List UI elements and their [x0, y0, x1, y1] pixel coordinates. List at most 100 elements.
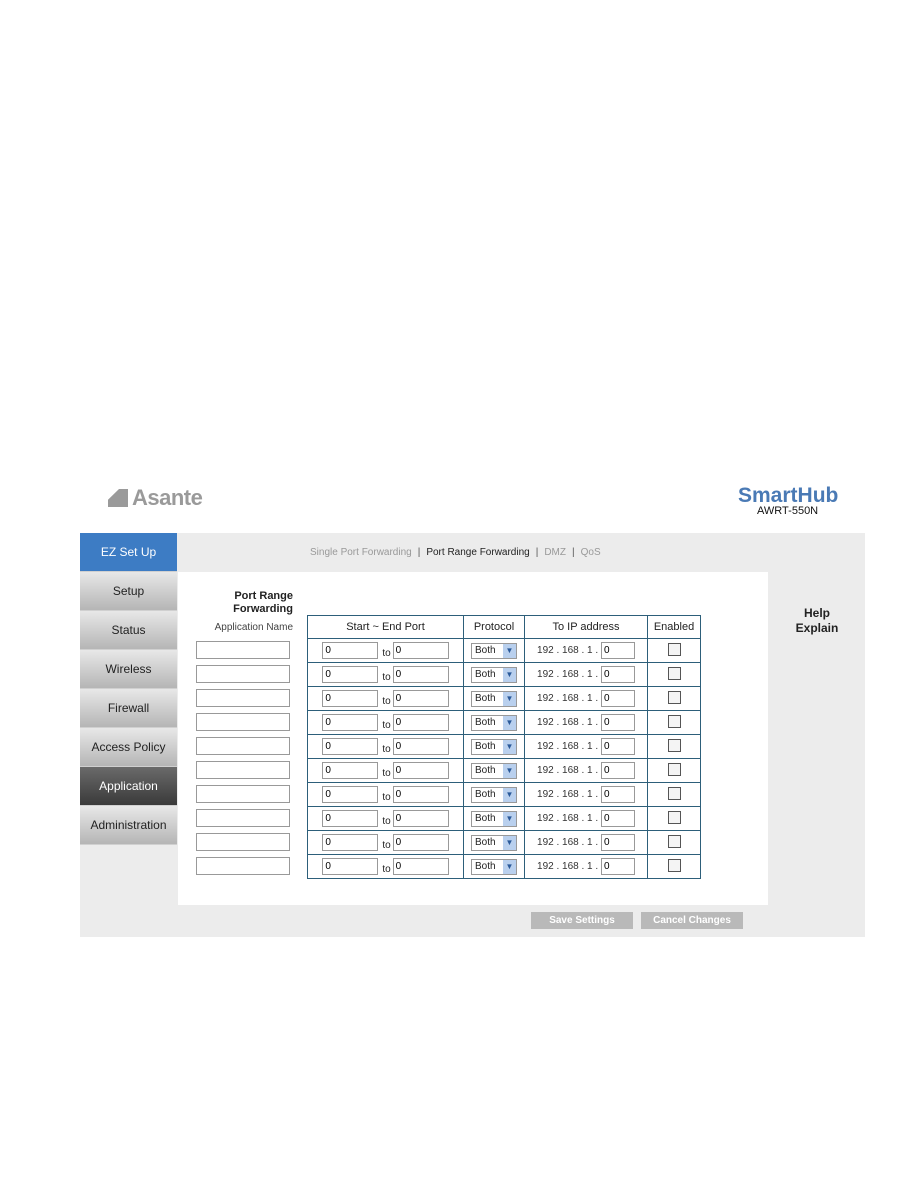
protocol-cell: Both ▼ — [463, 782, 525, 807]
end-port-input[interactable] — [392, 738, 449, 755]
start-port-input[interactable] — [322, 738, 379, 755]
enabled-checkbox[interactable] — [667, 786, 681, 800]
protocol-select[interactable]: Both ▼ — [471, 690, 517, 707]
tab-single-port-forwarding[interactable]: Single Port Forwarding — [310, 547, 412, 558]
save-settings-button[interactable]: Save Settings — [531, 912, 633, 929]
ip-prefix: 192 . 168 . 1 . — [537, 861, 599, 872]
enabled-checkbox[interactable] — [667, 738, 681, 752]
protocol-select[interactable]: Both ▼ — [471, 762, 517, 779]
start-port-input[interactable] — [322, 714, 379, 731]
tab-dmz[interactable]: DMZ — [544, 547, 566, 558]
start-port-input[interactable] — [322, 858, 379, 875]
column-header-protocol: Protocol — [463, 615, 525, 639]
ip-last-octet-input[interactable] — [600, 714, 635, 731]
ip-cell: 192 . 168 . 1 . — [524, 854, 648, 879]
to-label: to — [382, 840, 391, 851]
ip-last-octet-input[interactable] — [600, 834, 635, 851]
end-port-input[interactable] — [392, 762, 449, 779]
application-name-input[interactable] — [196, 809, 290, 827]
ip-last-octet-input[interactable] — [600, 738, 635, 755]
enabled-checkbox[interactable] — [667, 690, 681, 704]
start-port-input[interactable] — [322, 762, 379, 779]
application-name-input[interactable] — [196, 713, 290, 731]
sidebar: EZ Set Up Setup Status Wireless Firewall… — [80, 533, 177, 845]
protocol-select[interactable]: Both ▼ — [471, 738, 517, 755]
end-port-input[interactable] — [392, 858, 449, 875]
application-name-input[interactable] — [196, 785, 290, 803]
protocol-select[interactable]: Both ▼ — [471, 834, 517, 851]
cancel-changes-button[interactable]: Cancel Changes — [641, 912, 743, 929]
chevron-down-icon: ▼ — [503, 763, 516, 778]
ip-last-octet-input[interactable] — [600, 762, 635, 779]
ip-last-octet-input[interactable] — [600, 810, 635, 827]
enabled-checkbox[interactable] — [667, 834, 681, 848]
to-label: to — [382, 696, 391, 707]
protocol-cell: Both ▼ — [463, 758, 525, 783]
start-port-input[interactable] — [322, 690, 379, 707]
protocol-select[interactable]: Both ▼ — [471, 786, 517, 803]
application-name-input[interactable] — [196, 665, 290, 683]
tab-qos[interactable]: QoS — [581, 547, 601, 558]
enabled-cell — [647, 782, 701, 807]
enabled-checkbox[interactable] — [667, 810, 681, 824]
protocol-select[interactable]: Both ▼ — [471, 714, 517, 731]
ip-last-octet-input[interactable] — [600, 690, 635, 707]
chevron-down-icon: ▼ — [503, 715, 516, 730]
sidebar-item-firewall[interactable]: Firewall — [80, 689, 177, 728]
to-label: to — [382, 744, 391, 755]
ip-last-octet-input[interactable] — [600, 786, 635, 803]
application-name-input[interactable] — [196, 761, 290, 779]
port-range-cell: to — [307, 782, 464, 807]
start-port-input[interactable] — [322, 666, 379, 683]
application-name-input[interactable] — [196, 689, 290, 707]
enabled-checkbox[interactable] — [667, 858, 681, 872]
protocol-select[interactable]: Both ▼ — [471, 858, 517, 875]
port-range-cell: to — [307, 806, 464, 831]
sidebar-item-status[interactable]: Status — [80, 611, 177, 650]
ip-prefix: 192 . 168 . 1 . — [537, 765, 599, 776]
chevron-down-icon: ▼ — [503, 859, 516, 874]
end-port-input[interactable] — [392, 714, 449, 731]
application-name-input[interactable] — [196, 737, 290, 755]
protocol-cell: Both ▼ — [463, 830, 525, 855]
ip-last-octet-input[interactable] — [600, 858, 635, 875]
enabled-checkbox[interactable] — [667, 762, 681, 776]
start-port-input[interactable] — [322, 786, 379, 803]
tab-port-range-forwarding[interactable]: Port Range Forwarding — [426, 547, 529, 558]
ip-last-octet-input[interactable] — [600, 666, 635, 683]
enabled-checkbox[interactable] — [667, 666, 681, 680]
application-name-input[interactable] — [196, 833, 290, 851]
end-port-input[interactable] — [392, 810, 449, 827]
ip-cell: 192 . 168 . 1 . — [524, 638, 648, 663]
sidebar-item-wireless[interactable]: Wireless — [80, 650, 177, 689]
end-port-input[interactable] — [392, 786, 449, 803]
sidebar-item-application[interactable]: Application — [80, 767, 177, 806]
to-label: to — [382, 816, 391, 827]
application-name-input[interactable] — [196, 857, 290, 875]
port-range-cell: to — [307, 638, 464, 663]
chevron-down-icon: ▼ — [503, 643, 516, 658]
enabled-checkbox[interactable] — [667, 714, 681, 728]
end-port-input[interactable] — [392, 834, 449, 851]
end-port-input[interactable] — [392, 666, 449, 683]
ip-prefix: 192 . 168 . 1 . — [537, 717, 599, 728]
table-row: to Both▼ 192 . 168 . 1 . — [307, 854, 701, 879]
application-name-input[interactable] — [196, 641, 290, 659]
ip-last-octet-input[interactable] — [600, 642, 635, 659]
end-port-input[interactable] — [392, 642, 449, 659]
protocol-select[interactable]: Both ▼ — [471, 666, 517, 683]
sidebar-item-ez-setup[interactable]: EZ Set Up — [80, 533, 177, 572]
protocol-select[interactable]: Both ▼ — [471, 810, 517, 827]
start-port-input[interactable] — [322, 834, 379, 851]
to-label: to — [382, 672, 391, 683]
start-port-input[interactable] — [322, 642, 379, 659]
start-port-input[interactable] — [322, 810, 379, 827]
end-port-input[interactable] — [392, 690, 449, 707]
to-label: to — [382, 648, 391, 659]
table-row: to Both▼ 192 . 168 . 1 . — [307, 638, 701, 663]
sidebar-item-administration[interactable]: Administration — [80, 806, 177, 845]
sidebar-item-access-policy[interactable]: Access Policy — [80, 728, 177, 767]
sidebar-item-setup[interactable]: Setup — [80, 572, 177, 611]
enabled-checkbox[interactable] — [667, 642, 681, 656]
protocol-select[interactable]: Both ▼ — [471, 642, 517, 659]
